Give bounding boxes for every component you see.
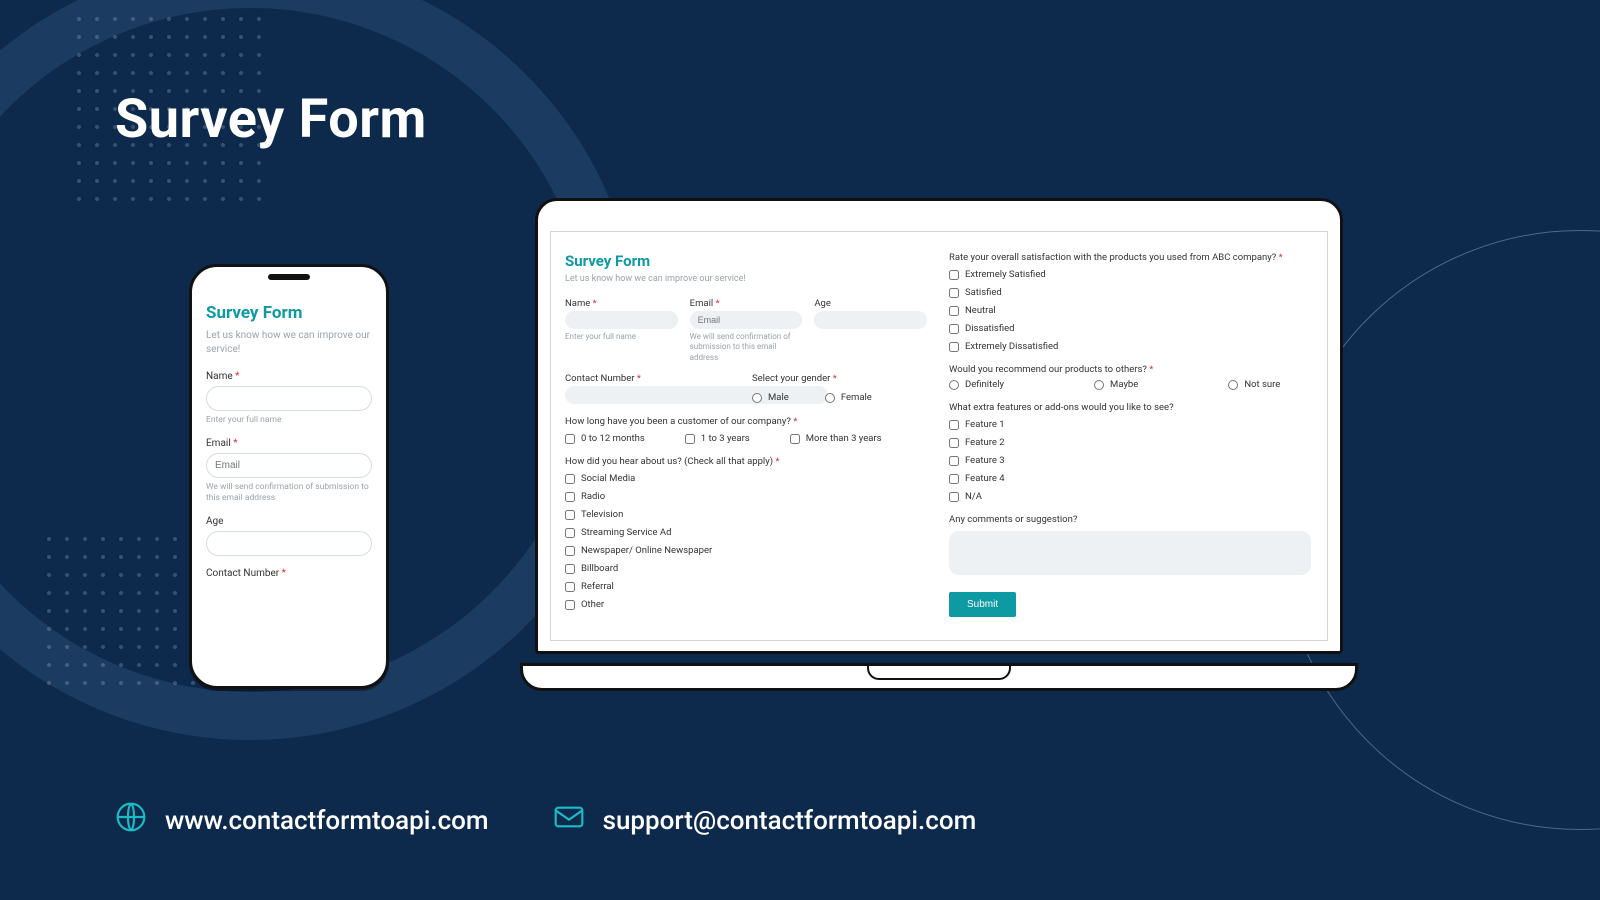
email-label: Email — [206, 438, 372, 449]
contact-label: Contact Number — [206, 568, 372, 579]
age-input[interactable] — [206, 531, 372, 556]
footer-email: support@contactformtoapi.com — [603, 806, 977, 836]
name-hint: Enter your full name — [206, 415, 372, 426]
form-subtitle: Let us know how we can improve our servi… — [206, 329, 372, 357]
phone-screen: Survey Form Let us know how we can impro… — [198, 285, 380, 676]
duration-option[interactable]: 1 to 3 years — [685, 433, 750, 444]
contact-label: Contact Number — [565, 373, 740, 384]
features-option[interactable]: Feature 1 — [949, 419, 1311, 430]
recommend-option[interactable]: Not sure — [1228, 379, 1280, 390]
hearabout-option[interactable]: Billboard — [565, 563, 927, 574]
page-title: Survey Form — [115, 88, 427, 151]
hearabout-option[interactable]: Newspaper/ Online Newspaper — [565, 545, 927, 556]
form-title: Survey Form — [206, 303, 372, 323]
footer-website: www.contactformtoapi.com — [165, 806, 489, 836]
hearabout-option[interactable]: Streaming Service Ad — [565, 527, 927, 538]
satisfaction-option[interactable]: Dissatisfied — [949, 323, 1311, 334]
form-subtitle: Let us know how we can improve our servi… — [565, 274, 927, 284]
satisfaction-option[interactable]: Extremely Satisfied — [949, 269, 1311, 280]
email-input[interactable] — [206, 453, 372, 478]
recommend-option[interactable]: Definitely — [949, 379, 1004, 390]
features-option[interactable]: Feature 4 — [949, 473, 1311, 484]
footer: www.contactformtoapi.com support@contact… — [115, 801, 976, 840]
satisfaction-option[interactable]: Neutral — [949, 305, 1311, 316]
name-label: Name — [206, 371, 372, 382]
features-option[interactable]: N/A — [949, 491, 1311, 502]
email-hint: We will send confirmation of submission … — [206, 482, 372, 504]
comments-input[interactable] — [949, 531, 1311, 575]
duration-label: How long have you been a customer of our… — [565, 416, 927, 427]
age-label: Age — [206, 516, 372, 527]
duration-option[interactable]: 0 to 12 months — [565, 433, 645, 444]
duration-option[interactable]: More than 3 years — [790, 433, 882, 444]
recommend-label: Would you recommend our products to othe… — [949, 364, 1311, 375]
comments-label: Any comments or suggestion? — [949, 514, 1311, 525]
features-option[interactable]: Feature 2 — [949, 437, 1311, 448]
phone-mockup: Survey Form Let us know how we can impro… — [189, 264, 389, 689]
submit-button[interactable]: Submit — [949, 592, 1016, 617]
satisfaction-option[interactable]: Satisfied — [949, 287, 1311, 298]
hearabout-option[interactable]: Television — [565, 509, 927, 520]
age-input[interactable] — [814, 311, 927, 329]
hearabout-option[interactable]: Other — [565, 599, 927, 610]
age-label: Age — [814, 298, 927, 309]
email-hint: We will send confirmation of submission … — [690, 332, 803, 363]
laptop-base — [520, 663, 1358, 691]
form-title: Survey Form — [565, 252, 927, 270]
email-input[interactable] — [690, 311, 803, 329]
globe-icon — [115, 801, 147, 840]
hearabout-label: How did you hear about us? (Check all th… — [565, 456, 927, 467]
mail-icon — [553, 801, 585, 840]
gender-label: Select your gender — [752, 373, 927, 384]
name-input[interactable] — [206, 386, 372, 411]
laptop-mockup: Survey Form Let us know how we can impro… — [520, 198, 1358, 688]
features-option[interactable]: Feature 3 — [949, 455, 1311, 466]
gender-option-male[interactable]: Male — [752, 392, 789, 403]
satisfaction-option[interactable]: Extremely Dissatisfied — [949, 341, 1311, 352]
hearabout-option[interactable]: Social Media — [565, 473, 927, 484]
hearabout-option[interactable]: Referral — [565, 581, 927, 592]
hearabout-option[interactable]: Radio — [565, 491, 927, 502]
name-label: Name — [565, 298, 678, 309]
gender-option-female[interactable]: Female — [825, 392, 872, 403]
name-input[interactable] — [565, 311, 678, 329]
email-label: Email — [690, 298, 803, 309]
satisfaction-label: Rate your overall satisfaction with the … — [949, 252, 1311, 263]
name-hint: Enter your full name — [565, 332, 678, 342]
features-label: What extra features or add-ons would you… — [949, 402, 1311, 413]
recommend-option[interactable]: Maybe — [1094, 379, 1138, 390]
